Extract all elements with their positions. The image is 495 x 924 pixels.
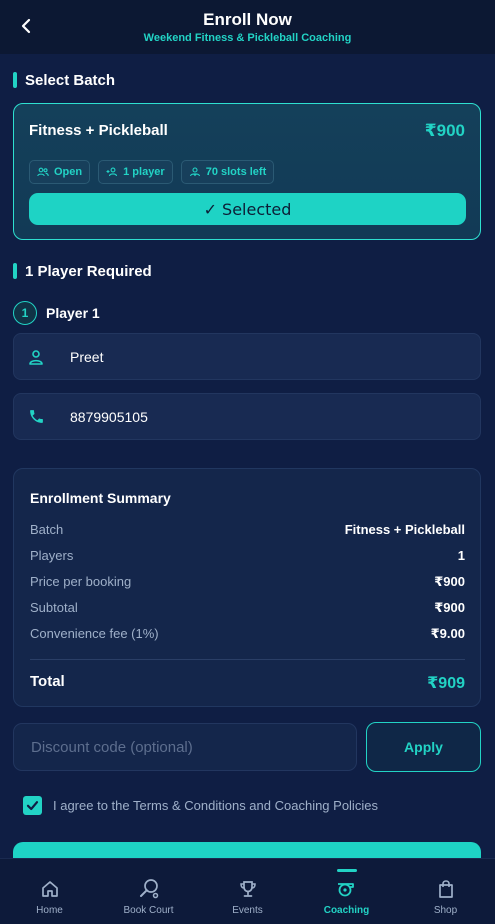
tab-home[interactable]: Home (0, 859, 99, 924)
summary-row-label: Players (30, 548, 74, 563)
select-batch-title: Select Batch (25, 71, 116, 89)
player-phone-field[interactable]: 8879905105 (13, 393, 481, 440)
summary-row-value: 1 (457, 548, 465, 563)
summary-row-fee: Convenience fee (1%) ₹9.00 (30, 626, 465, 642)
summary-row-label: Price per booking (30, 574, 132, 589)
summary-row-label: Subtotal (30, 600, 78, 615)
chip-open: Open (29, 160, 91, 184)
players-heading: 1 Player Required (13, 262, 152, 280)
accent-bar (13, 72, 17, 88)
terms-text: I agree to the Terms & Conditions and Co… (53, 798, 378, 813)
page-subtitle: Weekend Fitness & Pickleball Coaching (143, 31, 352, 44)
home-icon (39, 878, 61, 900)
summary-row-value: ₹9.00 (430, 626, 465, 641)
player-number-badge: 1 (13, 301, 37, 325)
summary-row-players: Players 1 (30, 548, 465, 563)
chip-open-label: Open (54, 166, 83, 178)
racket-icon (138, 878, 160, 900)
shopping-bag-icon (435, 878, 457, 900)
players-title: 1 Player Required (25, 262, 152, 280)
tab-label: Book Court (123, 905, 174, 916)
tab-label: Home (36, 905, 63, 916)
bottom-tab-bar: Home Book Court Events Coaching Shop (0, 858, 495, 924)
summary-row-value: Fitness + Pickleball (344, 522, 465, 537)
total-label: Total (30, 673, 65, 690)
tab-label: Shop (433, 905, 458, 916)
summary-row-value: ₹900 (434, 600, 465, 615)
batch-name: Fitness + Pickleball (29, 122, 168, 139)
batch-card[interactable]: Fitness + Pickleball ₹900 Open 1 player (13, 103, 481, 240)
tab-coaching[interactable]: Coaching (297, 859, 396, 924)
discount-code-input[interactable] (13, 723, 357, 771)
tab-book-court[interactable]: Book Court (99, 859, 198, 924)
whistle-icon (336, 878, 358, 900)
player-phone-value: 8879905105 (70, 408, 148, 425)
batch-price: ₹900 (424, 121, 465, 140)
player-name-field[interactable]: Preet (13, 333, 481, 380)
summary-row-label: Batch (30, 522, 64, 537)
tab-events[interactable]: Events (198, 859, 297, 924)
enrollment-summary: Enrollment Summary Batch Fitness + Pickl… (13, 468, 481, 707)
summary-row-price: Price per booking ₹900 (30, 574, 465, 590)
tab-label: Coaching (323, 905, 370, 916)
summary-divider (30, 659, 465, 660)
summary-row-label: Convenience fee (1%) (30, 626, 159, 641)
active-tab-indicator (336, 869, 357, 872)
chip-slots-label: 70 slots left (205, 166, 267, 178)
terms-agreement: I agree to the Terms & Conditions and Co… (23, 796, 378, 815)
app-header: Enroll Now Weekend Fitness & Pickleball … (0, 0, 495, 54)
slots-icon (189, 167, 200, 177)
chip-slots: 70 slots left (180, 160, 275, 184)
phone-icon (26, 407, 46, 427)
chip-players: 1 player (98, 160, 173, 184)
apply-button[interactable]: Apply (366, 722, 481, 772)
tab-label: Events (232, 905, 263, 916)
select-batch-heading: Select Batch (13, 71, 116, 89)
summary-total-row: Total ₹909 (30, 673, 465, 693)
selected-button[interactable]: ✓ Selected (29, 193, 466, 225)
summary-row-value: ₹900 (434, 574, 465, 589)
person-icon (26, 347, 46, 367)
back-button[interactable] (10, 10, 42, 42)
check-icon (26, 801, 39, 811)
summary-row-subtotal: Subtotal ₹900 (30, 600, 465, 616)
page-title: Enroll Now (203, 9, 292, 29)
chip-players-label: 1 player (123, 166, 165, 178)
batch-chips: Open 1 player 70 slots left (29, 160, 275, 184)
player-name-value: Preet (70, 348, 104, 365)
tab-shop[interactable]: Shop (396, 859, 495, 924)
terms-checkbox[interactable] (23, 796, 42, 815)
player-1-header: 1 Player 1 (13, 301, 100, 325)
chevron-left-icon (21, 18, 31, 34)
group-icon (37, 167, 49, 177)
summary-title: Enrollment Summary (30, 490, 171, 506)
add-person-icon (106, 167, 118, 177)
player-label: Player 1 (46, 305, 100, 321)
total-value: ₹909 (427, 675, 465, 692)
summary-row-batch: Batch Fitness + Pickleball (30, 522, 465, 537)
accent-bar (13, 263, 17, 279)
trophy-icon (237, 878, 259, 900)
